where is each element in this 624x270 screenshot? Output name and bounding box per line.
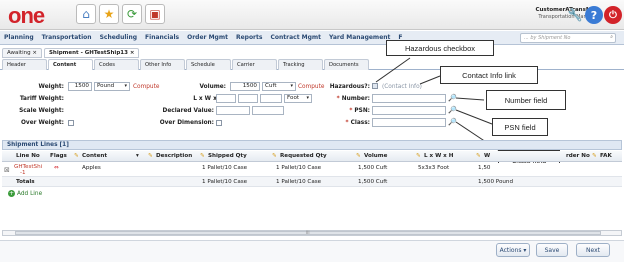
scrollbar-thumb[interactable]: III <box>15 230 601 235</box>
edit-icon: ✎ <box>200 153 205 159</box>
totals-row: Totals 1 Pallet/10 Case 1 Pallet/10 Case… <box>2 177 622 187</box>
hazardous-callout: Hazardous checkbox <box>386 40 494 56</box>
weight-cell: 1,50 <box>478 165 491 171</box>
add-line-button[interactable]: + Add Line <box>8 190 42 197</box>
number-callout: Number field <box>486 90 566 110</box>
col-order-no[interactable]: rder No <box>566 153 590 159</box>
psn-arrow <box>455 109 493 125</box>
edit-icon: ✎ <box>356 153 361 159</box>
column-header-row: Line No Flags ✎ Content ▾ ✎ Description … <box>2 151 622 162</box>
edit-icon: ✎ <box>592 153 597 159</box>
line-no-link[interactable]: GHTestShi <box>14 164 42 170</box>
col-requested-qty[interactable]: Requested Qty <box>280 153 327 159</box>
hazardous-arrow <box>375 57 411 83</box>
footer-bar <box>0 240 624 262</box>
delete-icon[interactable]: ⊠ <box>4 166 10 174</box>
content-cell: Apples <box>82 165 101 171</box>
chevron-down-icon[interactable]: ▾ <box>136 153 139 159</box>
totals-shipped: 1 Pallet/10 Case <box>202 179 248 185</box>
col-fak[interactable]: FAK <box>600 153 612 159</box>
plus-icon: + <box>8 190 15 197</box>
totals-volume: 1,500 Cuft <box>358 179 388 185</box>
totals-requested: 1 Pallet/10 Case <box>276 179 322 185</box>
line-no-suffix: -1 <box>20 170 26 176</box>
col-volume[interactable]: Volume <box>364 153 387 159</box>
edit-icon: ✎ <box>272 153 277 159</box>
col-line-no[interactable]: Line No <box>16 153 40 159</box>
next-button[interactable]: Next <box>576 243 610 257</box>
contact-callout: Contact Info link <box>440 66 538 84</box>
col-weight[interactable]: W <box>484 153 490 159</box>
number-arrow <box>455 97 485 101</box>
actions-button[interactable]: Actions ▾ <box>496 243 530 257</box>
psn-callout: PSN field <box>492 118 548 136</box>
col-shipped-qty[interactable]: Shipped Qty <box>208 153 247 159</box>
col-description[interactable]: Description <box>156 153 192 159</box>
add-line-label: Add Line <box>17 191 43 197</box>
table-row[interactable]: ⊠ GHTestShi -1 ⇔ Apples 1 Pallet/10 Case… <box>2 163 622 177</box>
col-lwh[interactable]: L x W x H <box>424 153 453 159</box>
requested-qty-cell: 1 Pallet/10 Case <box>276 165 322 171</box>
hazmat-flag-icon: ⇔ <box>54 165 59 171</box>
lwh-cell: 5x3x3 Foot <box>418 165 450 171</box>
shipped-qty-cell: 1 Pallet/10 Case <box>202 165 248 171</box>
edit-icon: ✎ <box>476 153 481 159</box>
col-content[interactable]: Content <box>82 153 107 159</box>
totals-label: Totals <box>16 179 35 185</box>
edit-icon: ✎ <box>416 153 421 159</box>
edit-icon: ✎ <box>74 153 79 159</box>
scroll-grip: III <box>306 230 310 235</box>
horizontal-scrollbar[interactable]: III <box>2 230 622 236</box>
contact-arrow <box>419 75 441 85</box>
col-flags[interactable]: Flags <box>50 153 67 159</box>
shipment-lines-title: Shipment Lines [1] <box>2 140 622 150</box>
edit-icon: ✎ <box>148 153 153 159</box>
totals-weight: 1,500 Pound <box>478 179 514 185</box>
save-button[interactable]: Save <box>536 243 568 257</box>
volume-cell: 1,500 Cuft <box>358 165 388 171</box>
